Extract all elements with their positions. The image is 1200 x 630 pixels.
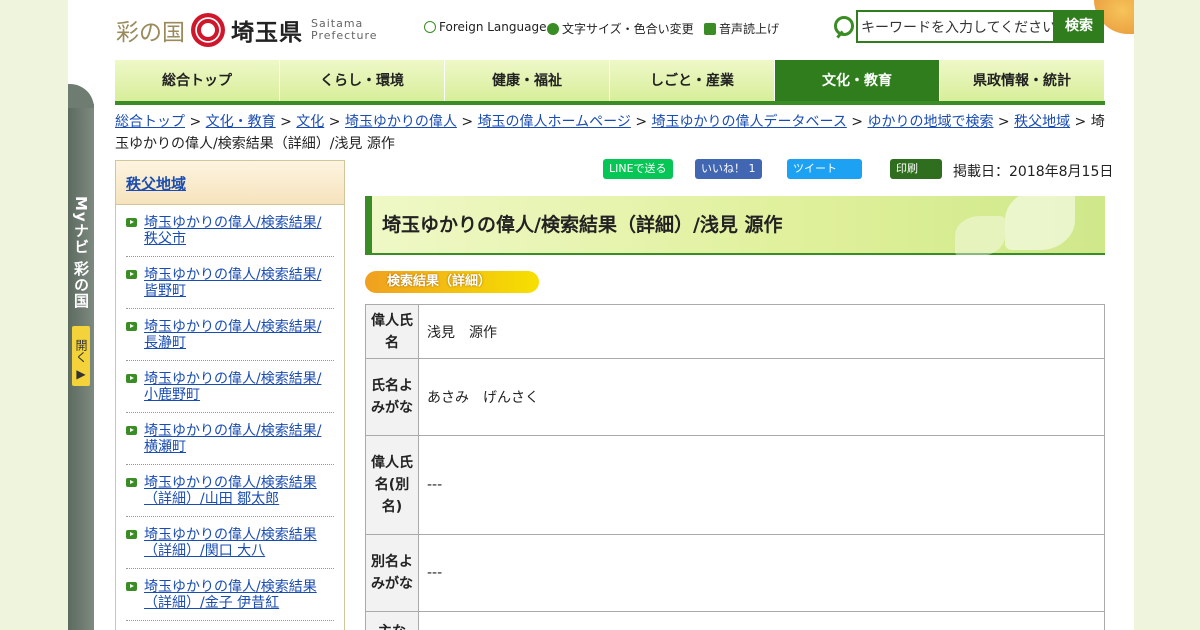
sidebar-item-link[interactable]: 埼玉ゆかりの偉人/検索結果/秩父市 <box>144 215 321 247</box>
sidebar-item: 埼玉ゆかりの偉人/検索結果（詳細）/関口 大八 <box>126 517 334 569</box>
breadcrumb-link[interactable]: 埼玉ゆかりの偉人 <box>345 114 457 130</box>
table-row: 別名よみがな --- <box>365 534 1105 612</box>
table-row: 氏名よみがな あさみ げんさく <box>365 358 1105 436</box>
leaf-decoration <box>955 216 1005 256</box>
arrow-bullet-icon <box>126 374 137 383</box>
gnav-item[interactable]: 文化・教育 <box>775 60 940 101</box>
sidebar-item-link[interactable]: 埼玉ゆかりの偉人/検索結果/横瀬町 <box>144 423 321 455</box>
sidebar-heading-link[interactable]: 秩父地域 <box>126 175 186 193</box>
row-label: 別名よみがな <box>365 534 419 612</box>
sidebar-list: 埼玉ゆかりの偉人/検索結果/秩父市 埼玉ゆかりの偉人/検索結果/皆野町 埼玉ゆかりの… <box>116 205 344 621</box>
search-icon <box>832 14 854 40</box>
mynavi-open-button[interactable]: 開く ▶ <box>72 326 90 386</box>
arrow-bullet-icon <box>126 478 137 487</box>
logo-text-en: Saitama Prefecture <box>311 17 378 42</box>
breadcrumb-separator: > <box>993 114 1015 130</box>
logo-text-saitama: 埼玉県 <box>231 20 303 46</box>
sidebar-item: 埼玉ゆかりの偉人/検索結果（詳細）/山田 鄒太郎 <box>126 465 334 517</box>
table-row: 偉人氏名(別名) --- <box>365 435 1105 535</box>
sidebar-item-link[interactable]: 埼玉ゆかりの偉人/検索結果（詳細）/関口 大八 <box>144 527 317 559</box>
breadcrumb-separator: > <box>275 114 297 130</box>
breadcrumb-link[interactable]: 文化 <box>296 114 324 130</box>
breadcrumb-separator: > <box>185 114 206 130</box>
mynavi-sidebar[interactable]: Myナビ 彩の国 開く ▶ <box>68 84 94 630</box>
arrow-bullet-icon <box>126 218 137 227</box>
sidebar: 秩父地域 埼玉ゆかりの偉人/検索結果/秩父市 埼玉ゆかりの偉人/検索結果/皆野町埼… <box>115 160 345 630</box>
breadcrumb-link[interactable]: 文化・教育 <box>206 114 276 130</box>
gnav-item[interactable]: くらし・環境 <box>280 60 445 101</box>
sidebar-item-link[interactable]: 埼玉ゆかりの偉人/検索結果（詳細）/山田 鄒太郎 <box>144 475 317 507</box>
sidebar-item-link[interactable]: 埼玉ゆかりの偉人/検索結果（詳細）/金子 伊昔紅 <box>144 579 317 611</box>
prefecture-mark-icon <box>191 13 225 47</box>
gnav-item[interactable]: 県政情報・統計 <box>940 60 1105 101</box>
breadcrumb-separator: > <box>630 114 652 130</box>
row-value: --- <box>418 435 1105 535</box>
breadcrumb-link[interactable]: 埼玉の偉人ホームページ <box>478 114 631 130</box>
row-value: --- <box>418 534 1105 612</box>
row-label: 氏名よみがな <box>365 358 419 436</box>
breadcrumb: 総合トップ > 文化・教育 > 文化 > 埼玉ゆかりの偉人 > 埼玉の偉人ホーム… <box>115 111 1105 155</box>
arrow-bullet-icon <box>126 426 137 435</box>
search-input[interactable]: キーワードを入力してください <box>856 10 1055 43</box>
sidebar-heading: 秩父地域 <box>116 161 344 205</box>
speaker-icon <box>704 22 716 35</box>
row-label: 偉人氏名 <box>365 304 419 359</box>
gnav-item[interactable]: 健康・福祉 <box>445 60 610 101</box>
site-logo[interactable]: 彩の国 埼玉県 Saitama Prefecture <box>116 10 378 50</box>
row-value: 浅見 源作 <box>418 304 1105 359</box>
foreign-language-link[interactable]: Foreign Language <box>424 20 546 34</box>
section-badge: 検索結果（詳細） <box>365 271 539 293</box>
print-button[interactable]: 印刷 <box>890 159 942 179</box>
row-label: 主な <box>365 611 419 630</box>
line-share-button[interactable]: LINEで送る <box>603 159 673 179</box>
sidebar-item: 埼玉ゆかりの偉人/検索結果（詳細）/金子 伊昔紅 <box>126 569 334 621</box>
breadcrumb-link[interactable]: ゆかりの地域で検索 <box>867 114 993 130</box>
page-title: 埼玉ゆかりの偉人/検索結果（詳細）/浅見 源作 <box>365 190 1105 256</box>
text-size-link[interactable]: 文字サイズ・色合い変更 <box>547 20 694 37</box>
breadcrumb-separator: > <box>456 114 478 130</box>
table-row: 偉人氏名 浅見 源作 <box>365 304 1105 359</box>
table-row: 主な <box>365 611 1105 630</box>
gnav-item[interactable]: 総合トップ <box>115 60 280 101</box>
sidebar-item: 埼玉ゆかりの偉人/検索結果/秩父市 <box>126 205 334 257</box>
gear-icon <box>547 22 559 35</box>
row-value <box>418 611 1105 630</box>
sidebar-item-link[interactable]: 埼玉ゆかりの偉人/検索結果/小鹿野町 <box>144 371 321 403</box>
breadcrumb-link[interactable]: 総合トップ <box>115 114 185 130</box>
logo-text-sainokuni: 彩の国 <box>116 20 185 46</box>
row-value: あさみ げんさく <box>418 358 1105 436</box>
sidebar-item: 埼玉ゆかりの偉人/検索結果/小鹿野町 <box>126 361 334 413</box>
tweet-button[interactable]: ツイート <box>787 159 862 179</box>
mynavi-label: Myナビ 彩の国 <box>72 196 90 309</box>
breadcrumb-separator: > <box>1070 114 1091 130</box>
global-nav: 総合トップ くらし・環境 健康・福祉 しごと・産業 文化・教育 県政情報・統計 <box>115 60 1105 105</box>
row-label: 偉人氏名(別名) <box>365 435 419 535</box>
page: 彩の国 埼玉県 Saitama Prefecture Foreign Langua… <box>68 0 1134 630</box>
globe-icon <box>424 21 436 33</box>
arrow-bullet-icon <box>126 530 137 539</box>
arrow-bullet-icon <box>126 270 137 279</box>
sidebar-item: 埼玉ゆかりの偉人/検索結果/横瀬町 <box>126 413 334 465</box>
gnav-item[interactable]: しごと・産業 <box>610 60 775 101</box>
detail-table: 偉人氏名 浅見 源作 氏名よみがな あさみ げんさく 偉人氏名(別名) --- 別名よみがな… <box>365 304 1105 630</box>
search-button[interactable]: 検索 <box>1054 10 1104 43</box>
breadcrumb-link[interactable]: 埼玉ゆかりの偉人データベース <box>652 114 847 130</box>
breadcrumb-separator: > <box>324 114 345 130</box>
arrow-bullet-icon <box>126 322 137 331</box>
page-title-text: 埼玉ゆかりの偉人/検索結果（詳細）/浅見 源作 <box>382 214 783 236</box>
voice-reading-link[interactable]: 音声読上げ <box>704 20 779 37</box>
breadcrumb-separator: > <box>846 114 868 130</box>
breadcrumb-link[interactable]: 秩父地域 <box>1014 114 1070 130</box>
published-date: 掲載日：2018年8月15日 <box>953 164 1114 180</box>
sidebar-item-link[interactable]: 埼玉ゆかりの偉人/検索結果/長瀞町 <box>144 319 321 351</box>
arrow-bullet-icon <box>126 582 137 591</box>
facebook-like-button[interactable]: いいね！ 1 <box>695 159 762 179</box>
sidebar-item: 埼玉ゆかりの偉人/検索結果/皆野町 <box>126 257 334 309</box>
sidebar-item-link[interactable]: 埼玉ゆかりの偉人/検索結果/皆野町 <box>144 267 321 299</box>
leaf-decoration <box>1005 190 1075 250</box>
sidebar-item: 埼玉ゆかりの偉人/検索結果/長瀞町 <box>126 309 334 361</box>
